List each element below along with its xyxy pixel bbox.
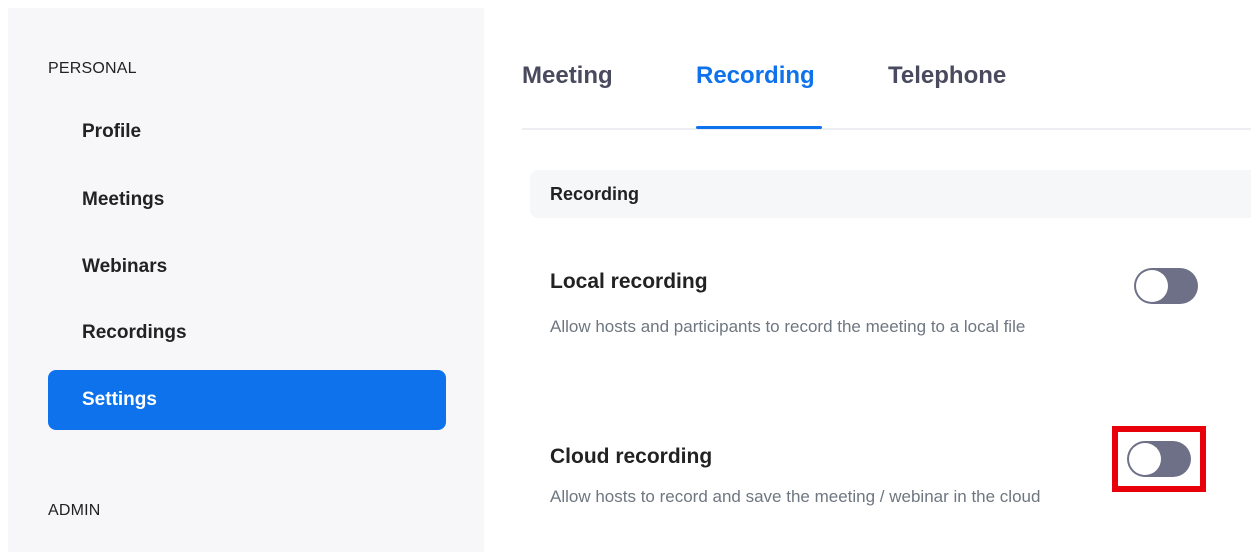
sidebar-item-recordings[interactable]: Recordings	[48, 303, 446, 363]
toggle-knob	[1129, 443, 1161, 475]
sidebar-item-meetings[interactable]: Meetings	[48, 170, 446, 230]
active-tab-indicator	[696, 126, 822, 129]
cloud-recording-description: Allow hosts to record and save the meeti…	[550, 487, 1041, 506]
section-title-admin: ADMIN	[48, 502, 101, 519]
sidebar: PERSONAL Profile Meetings Webinars Recor…	[8, 8, 484, 552]
tab-bar: Meeting Recording Telephone	[522, 0, 1251, 130]
settings-main: Meeting Recording Telephone Recording Lo…	[484, 0, 1251, 552]
section-header-recording: Recording	[530, 170, 1251, 218]
section-title-personal: PERSONAL	[48, 60, 137, 77]
sidebar-item-label: Meetings	[82, 189, 165, 210]
sidebar-item-settings[interactable]: Settings	[48, 370, 446, 430]
cloud-recording-toggle[interactable]	[1127, 441, 1191, 477]
local-recording-title: Local recording	[550, 270, 708, 293]
sidebar-item-label: Settings	[82, 389, 157, 410]
tab-meeting[interactable]: Meeting	[522, 62, 613, 90]
local-recording-description: Allow hosts and participants to record t…	[550, 317, 1026, 336]
local-recording-toggle[interactable]	[1134, 268, 1198, 304]
sidebar-item-label: Recordings	[82, 322, 187, 343]
sidebar-item-webinars[interactable]: Webinars	[48, 237, 446, 297]
sidebar-item-label: Profile	[82, 121, 142, 142]
tab-telephone[interactable]: Telephone	[888, 62, 1006, 90]
toggle-knob	[1136, 270, 1168, 302]
sidebar-item-label: Webinars	[82, 256, 168, 277]
tab-recording[interactable]: Recording	[696, 62, 815, 90]
sidebar-item-profile[interactable]: Profile	[48, 102, 446, 162]
cloud-recording-title: Cloud recording	[550, 445, 713, 468]
